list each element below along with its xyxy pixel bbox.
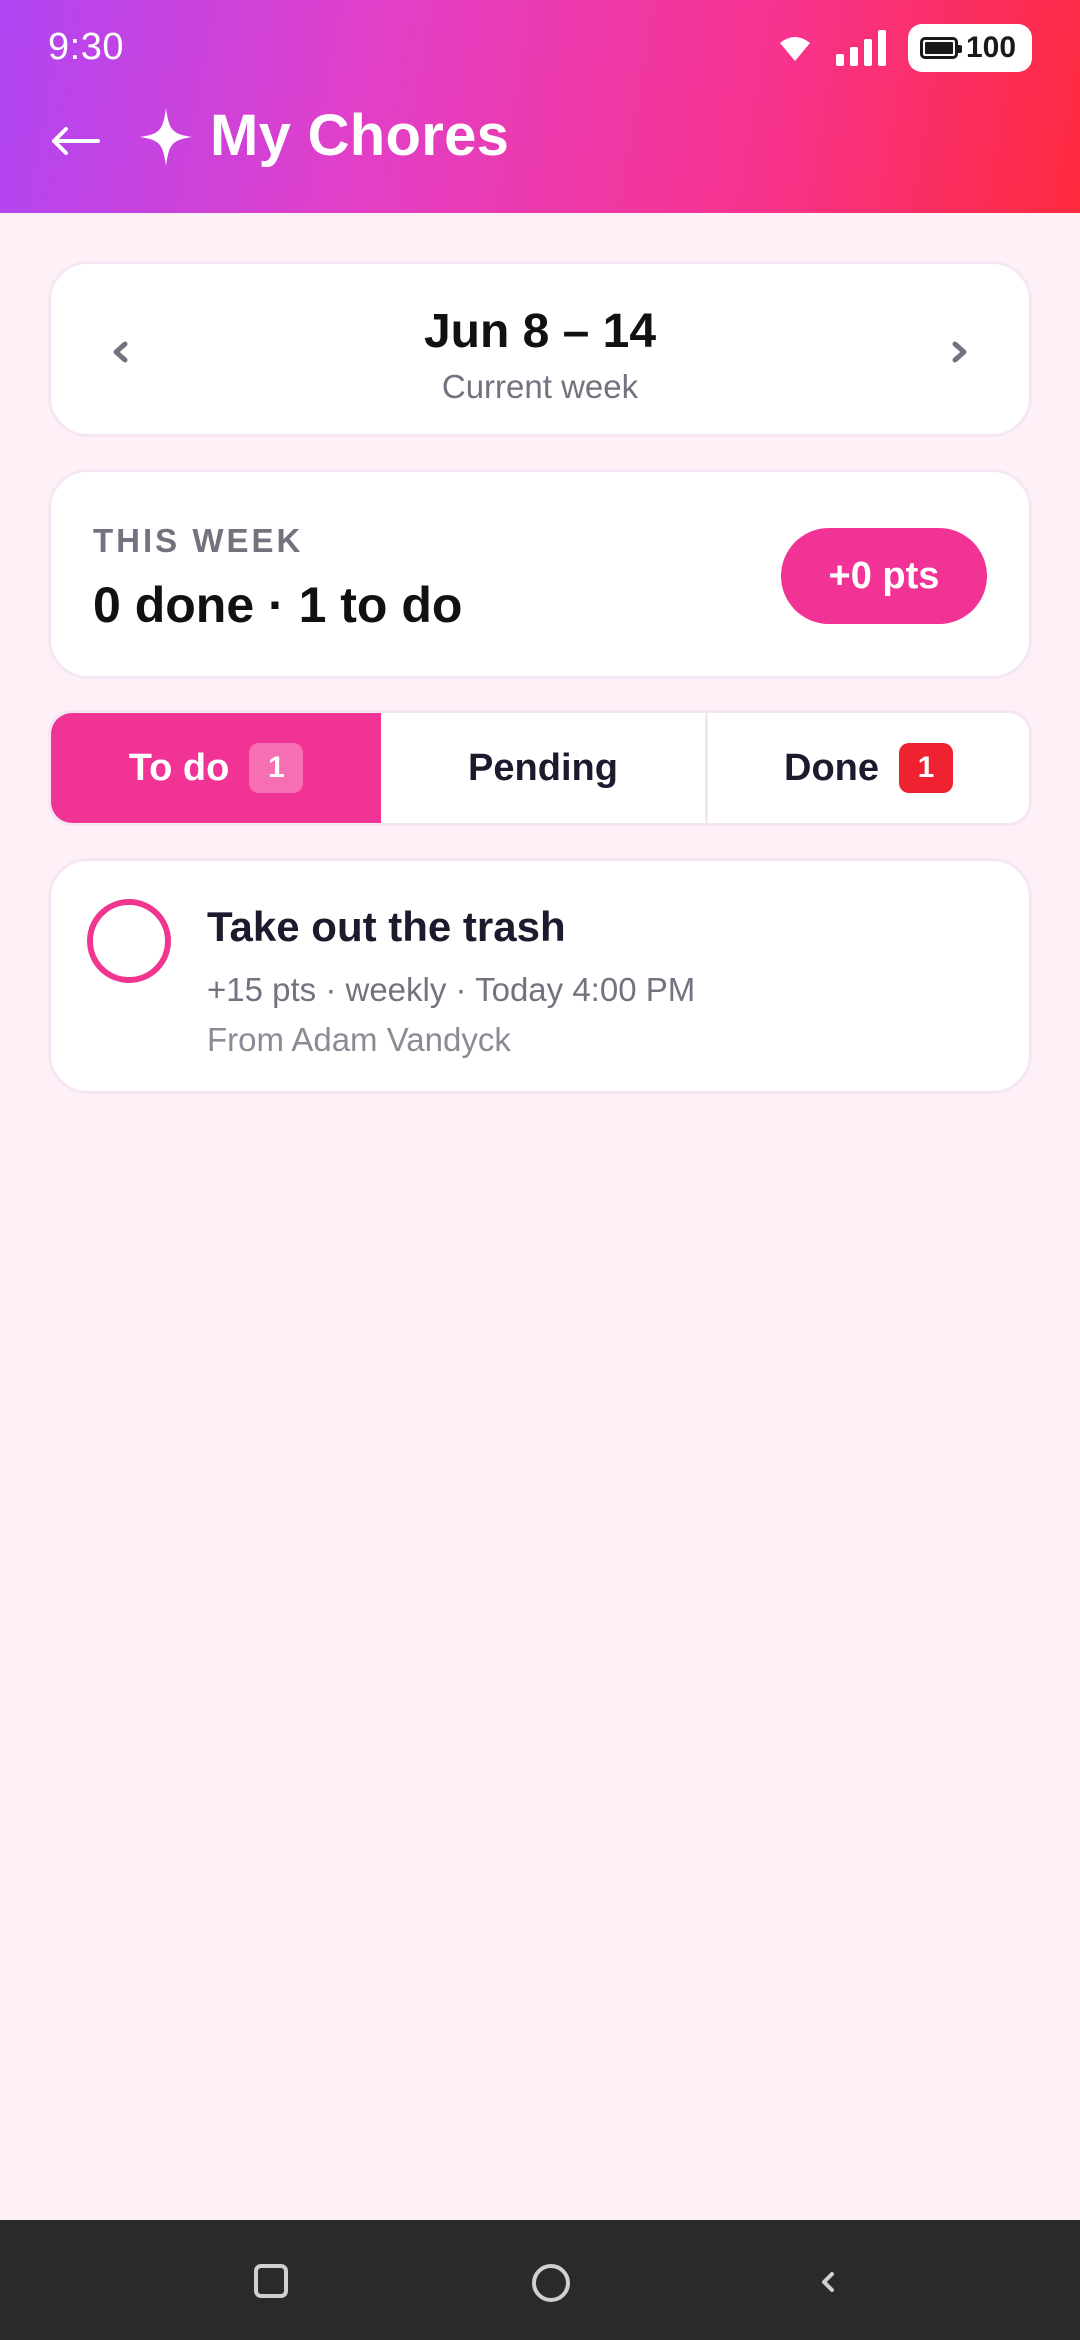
back-button[interactable] [40,106,110,176]
week-selector: Jun 8 – 14 Current week [48,261,1032,437]
sparkle-icon [140,108,192,166]
week-range: Jun 8 – 14 [423,305,657,358]
chevron-right-icon [952,341,967,363]
tab-pending[interactable]: Pending [381,713,708,823]
back-arrow-icon [52,127,100,155]
chore-assigner: From Adam Vandyck [207,1021,511,1058]
battery-icon: 100 [908,24,1032,72]
status-tabs: To do 1 Pending Done 1 [48,710,1032,826]
battery-level: 100 [966,31,1017,64]
screen: 9:30 100 My Chores Jun 8 – 14 Current we… [0,0,1080,2340]
summary-value: 0 done · 1 to do [93,577,463,633]
chore-title: Take out the trash [207,903,566,950]
signal-icon [836,30,886,66]
tab-count-badge: 1 [899,743,953,793]
home-button[interactable] [532,2264,570,2302]
tab-count-badge: 1 [249,743,304,793]
app-bar: My Chores [0,100,1080,213]
tab-to-do[interactable]: To do 1 [51,713,381,823]
status-bar: 9:30 100 [0,0,1080,100]
tab-done[interactable]: Done 1 [708,713,1029,823]
page-title: My Chores [210,103,510,168]
recents-button[interactable] [254,2264,288,2298]
status-time: 9:30 [48,26,124,68]
tab-label: To do [128,746,230,789]
complete-checkbox[interactable] [87,899,171,983]
header: 9:30 100 My Chores [0,0,1080,213]
tab-label: Pending [468,746,618,789]
chore-item[interactable]: Take out the trash +15 pts · weekly · To… [48,858,1032,1094]
week-subtitle: Current week [441,368,639,405]
tab-label: Done [784,746,879,789]
points-badge: +0 pts [781,528,987,624]
next-week-button[interactable] [929,322,989,382]
summary-label: THIS WEEK [93,522,304,559]
system-nav-bar [0,2220,1080,2340]
status-icons: 100 [778,24,1032,72]
week-summary: THIS WEEK 0 done · 1 to do +0 pts [48,469,1032,679]
chore-details: +15 pts · weekly · Today 4:00 PM [207,971,696,1008]
system-back-button[interactable] [812,2264,842,2300]
battery-body [920,37,962,59]
wifi-icon [780,37,810,61]
